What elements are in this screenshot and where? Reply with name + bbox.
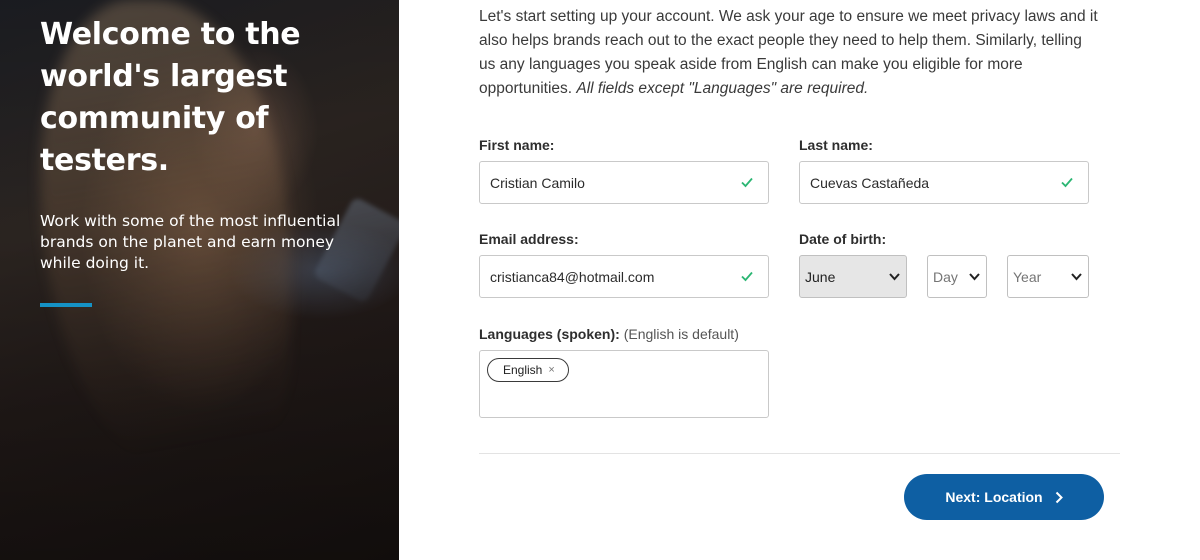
first-name-label: First name:: [479, 137, 555, 153]
hero-title: Welcome to the world's largest community…: [40, 17, 301, 178]
languages-input[interactable]: English ×: [479, 350, 769, 418]
last-name-label: Last name:: [799, 137, 873, 153]
dob-year-select[interactable]: Year: [1007, 255, 1089, 298]
hero-accent-bar: [40, 303, 92, 307]
first-name-input[interactable]: Cristian Camilo: [479, 161, 769, 204]
language-chip[interactable]: English ×: [487, 358, 569, 382]
dob-day-select[interactable]: Day: [927, 255, 987, 298]
dob-month-select[interactable]: June: [799, 255, 907, 298]
intro-text: Let's start setting up your account. We …: [479, 5, 1099, 101]
first-name-value: Cristian Camilo: [490, 174, 585, 191]
dob-month-value: June: [805, 268, 836, 285]
languages-label-text: Languages (spoken):: [479, 326, 620, 342]
last-name-value: Cuevas Castañeda: [810, 174, 930, 191]
dob-day-value: Day: [933, 268, 958, 285]
email-value: cristianca84@hotmail.com: [490, 268, 655, 285]
hero-panel: Welcome to the world's largest community…: [0, 0, 399, 560]
languages-label: Languages (spoken): (English is default): [479, 326, 739, 342]
hero-subtitle: Work with some of the most influential b…: [40, 212, 341, 272]
email-label: Email address:: [479, 231, 579, 247]
remove-chip-icon[interactable]: ×: [548, 364, 554, 376]
chevron-down-icon: [889, 273, 900, 281]
check-icon: [741, 177, 753, 188]
email-input[interactable]: cristianca84@hotmail.com: [479, 255, 769, 298]
check-icon: [741, 271, 753, 282]
languages-hint: (English is default): [623, 326, 739, 342]
required-note: All fields except "Languages" are requir…: [576, 80, 869, 97]
check-icon: [1061, 177, 1073, 188]
last-name-input[interactable]: Cuevas Castañeda: [799, 161, 1089, 204]
dob-label: Date of birth:: [799, 231, 887, 247]
chevron-right-icon: [1055, 491, 1063, 503]
form-divider: [479, 453, 1120, 454]
dob-year-value: Year: [1013, 268, 1042, 285]
chevron-down-icon: [969, 273, 980, 281]
language-chip-label: English: [503, 363, 543, 377]
next-button-label: Next: Location: [945, 489, 1043, 505]
next-location-button[interactable]: Next: Location: [904, 474, 1104, 520]
chevron-down-icon: [1071, 273, 1082, 281]
